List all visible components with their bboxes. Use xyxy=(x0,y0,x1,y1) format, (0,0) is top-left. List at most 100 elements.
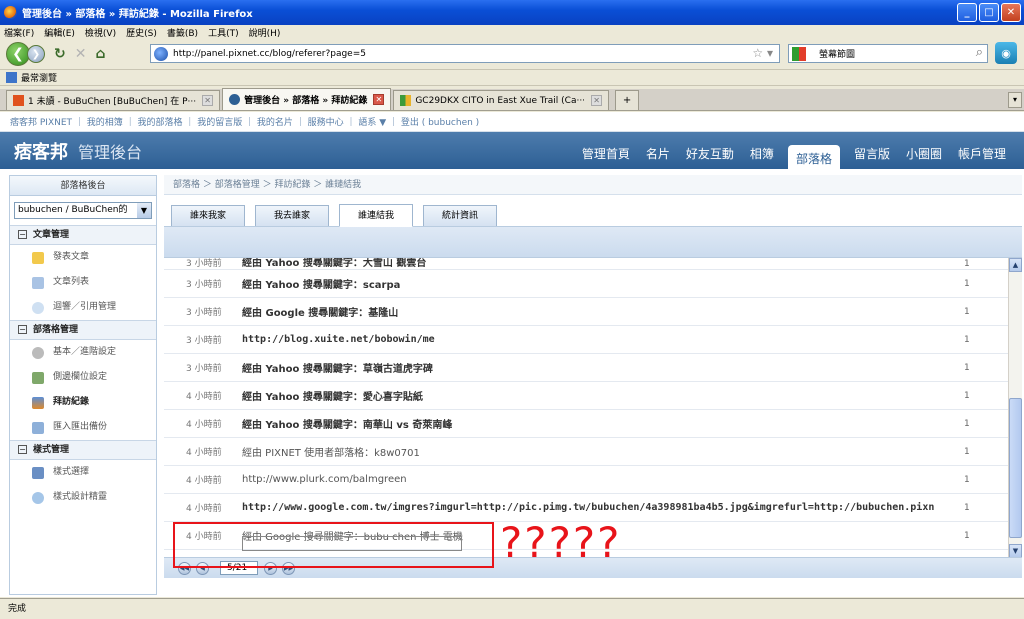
reload-icon[interactable]: ↻ xyxy=(54,46,66,62)
row-referer[interactable]: 經由 Yahoo 搜尋關鍵字：南華山 vs 奇萊南峰 xyxy=(242,416,1022,431)
tab-admin[interactable]: 管理後台 » 部落格 » 拜訪紀錄 ✕ xyxy=(222,88,392,110)
nav-home[interactable]: 管理首頁 xyxy=(574,143,638,169)
documents-icon xyxy=(32,276,44,289)
tab-list-menu-icon[interactable]: ▾ xyxy=(1008,92,1022,108)
pixnet-logo[interactable]: 痞客邦 管理後台 xyxy=(0,138,142,164)
sidebar-item-label: 基本／進階設定 xyxy=(53,347,117,357)
sidebar-item-article-list[interactable]: 文章列表 xyxy=(10,270,156,295)
collapse-icon[interactable]: − xyxy=(18,325,27,334)
sidebar-item-settings[interactable]: 基本／進階設定 xyxy=(10,340,156,365)
search-engine-icon[interactable] xyxy=(792,47,806,61)
nav-blog[interactable]: 部落格 xyxy=(787,145,840,169)
sidebar-title: 部落格後台 xyxy=(10,176,156,196)
scroll-up-icon[interactable]: ▲ xyxy=(1009,258,1022,272)
blog-select[interactable]: bubuchen / BuBuChen的 ▼ xyxy=(14,202,152,219)
stop-icon[interactable]: ✕ xyxy=(75,46,87,62)
row-time: 3 小時前 xyxy=(186,280,222,290)
menu-view[interactable]: 檢視(V) xyxy=(85,26,116,39)
scroll-down-icon[interactable]: ▼ xyxy=(1009,544,1022,557)
chevron-down-icon[interactable]: ▼ xyxy=(137,203,151,218)
bookmark-most-visited[interactable]: 最常瀏覽 xyxy=(21,71,57,84)
tab-plurk[interactable]: 1 未讀 - BuBuChen [BuBuChen] 在 P··· ✕ xyxy=(6,90,221,110)
row-referer[interactable]: 經由 PIXNET 使用者部落格：k8w0701 xyxy=(242,444,1022,459)
status-bar: 完成 xyxy=(0,598,1024,619)
tab-close-icon[interactable]: ✕ xyxy=(202,95,214,106)
table-row[interactable]: 3 小時前 經由 Yahoo 搜尋關鍵字：草嶺古道虎字碑 1 xyxy=(164,354,1022,382)
nav-guestbook[interactable]: 留言版 xyxy=(846,143,898,169)
row-referer[interactable]: 經由 Yahoo 搜尋關鍵字：scarpa xyxy=(242,276,1022,291)
search-bar[interactable]: 螢幕節圖 ⌕ xyxy=(788,44,988,63)
nav-groups[interactable]: 小圈圈 xyxy=(898,143,950,169)
row-count: 1 xyxy=(964,259,970,269)
menu-help[interactable]: 說明(H) xyxy=(249,26,281,39)
search-icon[interactable]: ⌕ xyxy=(976,45,983,60)
menu-tools[interactable]: 工具(T) xyxy=(208,26,239,39)
row-referer[interactable]: 經由 Yahoo 搜尋關鍵字：愛心喜字貼紙 xyxy=(242,388,1022,403)
sidebar-item-backup[interactable]: 匯入匯出備份 xyxy=(10,415,156,440)
table-row[interactable]: 4 小時前 http://www.plurk.com/balmgreen 1 xyxy=(164,466,1022,494)
tab-close-icon[interactable]: ✕ xyxy=(591,95,603,106)
table-row[interactable]: 4 小時前 經由 Yahoo 搜尋關鍵字：南華山 vs 奇萊南峰 1 xyxy=(164,410,1022,438)
sidebar-item-style-wizard[interactable]: 樣式設計精靈 xyxy=(10,485,156,510)
row-time: 4 小時前 xyxy=(186,476,222,486)
row-time: 4 小時前 xyxy=(186,420,222,430)
subtab-i-visited[interactable]: 我去誰家 xyxy=(255,205,330,226)
row-referer[interactable]: 經由 Google 搜尋關鍵字：基隆山 xyxy=(242,304,1022,319)
nav-account[interactable]: 帳戶管理 xyxy=(950,143,1014,169)
forward-button[interactable]: ❯ xyxy=(27,45,45,63)
row-referer[interactable]: 經由 Yahoo 搜尋關鍵字：大雪山 觀雲台 xyxy=(242,258,1022,269)
breadcrumb[interactable]: 部落格 ＞ 部落格管理 ＞ 拜訪紀錄 ＞ 誰鏈結我 xyxy=(164,175,1022,195)
subtab-stats[interactable]: 統計資訊 xyxy=(423,205,498,226)
sidebar-item-sidebar-settings[interactable]: 側邊欄位設定 xyxy=(10,365,156,390)
bookmarks-toolbar: 最常瀏覽 xyxy=(0,69,1024,86)
visitors-icon xyxy=(32,396,44,409)
tab-geocache[interactable]: GC29DKX CITO in East Xue Trail (Ca··· ✕ xyxy=(393,90,610,110)
nav-friends[interactable]: 好友互動 xyxy=(678,143,742,169)
sidebar-item-post[interactable]: 發表文章 xyxy=(10,245,156,270)
row-referer[interactable]: http://blog.xuite.net/bobowin/me xyxy=(242,334,1022,345)
table-row[interactable]: 4 小時前 經由 Yahoo 搜尋關鍵字：愛心喜字貼紙 1 xyxy=(164,382,1022,410)
sidebar-item-label: 文章列表 xyxy=(53,277,90,287)
tab-label: 管理後台 » 部落格 » 拜訪紀錄 xyxy=(244,96,368,106)
row-time: 3 小時前 xyxy=(186,364,222,374)
url-bar[interactable]: http://panel.pixnet.cc/blog/referer?page… xyxy=(150,44,780,63)
top-links[interactable]: 痞客邦 PIXNET ｜ 我的相簿 ｜ 我的部落格 ｜ 我的留言版 ｜ 我的名片… xyxy=(0,112,1024,132)
menu-bookmarks[interactable]: 書籤(B) xyxy=(167,26,198,39)
addon-icon[interactable]: ◉ xyxy=(995,42,1017,64)
subtab-who-links[interactable]: 誰連結我 xyxy=(339,204,414,227)
subtab-who-visited[interactable]: 誰來我家 xyxy=(171,205,246,226)
table-row[interactable]: 4 小時前 經由 PIXNET 使用者部落格：k8w0701 1 xyxy=(164,438,1022,466)
sidebar-item-style-select[interactable]: 樣式選擇 xyxy=(10,460,156,485)
menu-history[interactable]: 歷史(S) xyxy=(126,26,157,39)
close-icon[interactable]: ✕ xyxy=(1001,3,1021,22)
list-scrollbar[interactable]: ▲ ▼ xyxy=(1008,258,1022,557)
row-referer[interactable]: http://www.plurk.com/balmgreen xyxy=(242,474,1022,485)
new-tab-button[interactable]: + xyxy=(615,90,640,110)
menu-file[interactable]: 檔案(F) xyxy=(4,26,34,39)
table-row[interactable]: 3 小時前 http://blog.xuite.net/bobowin/me 1 xyxy=(164,326,1022,354)
maximize-icon[interactable]: □ xyxy=(979,3,999,22)
logo-text: 痞客邦 xyxy=(14,141,68,163)
tab-close-icon[interactable]: ✕ xyxy=(373,94,385,105)
collapse-icon[interactable]: − xyxy=(18,230,27,239)
table-row[interactable]: 3 小時前 經由 Google 搜尋關鍵字：基隆山 1 xyxy=(164,298,1022,326)
table-row[interactable]: 3 小時前 經由 Yahoo 搜尋關鍵字：scarpa 1 xyxy=(164,270,1022,298)
row-referer[interactable]: 經由 Yahoo 搜尋關鍵字：草嶺古道虎字碑 xyxy=(242,360,1022,375)
site-icon xyxy=(154,47,168,61)
menu-edit[interactable]: 編輯(E) xyxy=(44,26,75,39)
minimize-icon[interactable]: _ xyxy=(957,3,977,22)
nav-card[interactable]: 名片 xyxy=(638,143,678,169)
sidebar-item-comments[interactable]: 迴響／引用管理 xyxy=(10,295,156,320)
row-time: 4 小時前 xyxy=(186,448,222,458)
scroll-thumb[interactable] xyxy=(1009,398,1022,538)
table-row[interactable]: 3 小時前 經由 Yahoo 搜尋關鍵字：大雪山 觀雲台 1 xyxy=(164,258,1022,270)
home-icon[interactable]: ⌂ xyxy=(95,46,105,62)
collapse-icon[interactable]: − xyxy=(18,445,27,454)
bookmark-star-icon[interactable]: ☆ ▾ xyxy=(752,46,773,60)
sidebar-group-styles[interactable]: − 樣式管理 xyxy=(10,440,156,460)
sidebar-group-blog[interactable]: − 部落格管理 xyxy=(10,320,156,340)
sidebar-group-articles[interactable]: − 文章管理 xyxy=(10,225,156,245)
row-referer[interactable]: http://www.google.com.tw/imgres?imgurl=h… xyxy=(242,502,1022,513)
nav-album[interactable]: 相簿 xyxy=(742,143,782,169)
sidebar-item-visits[interactable]: 拜訪紀錄 xyxy=(10,390,156,415)
